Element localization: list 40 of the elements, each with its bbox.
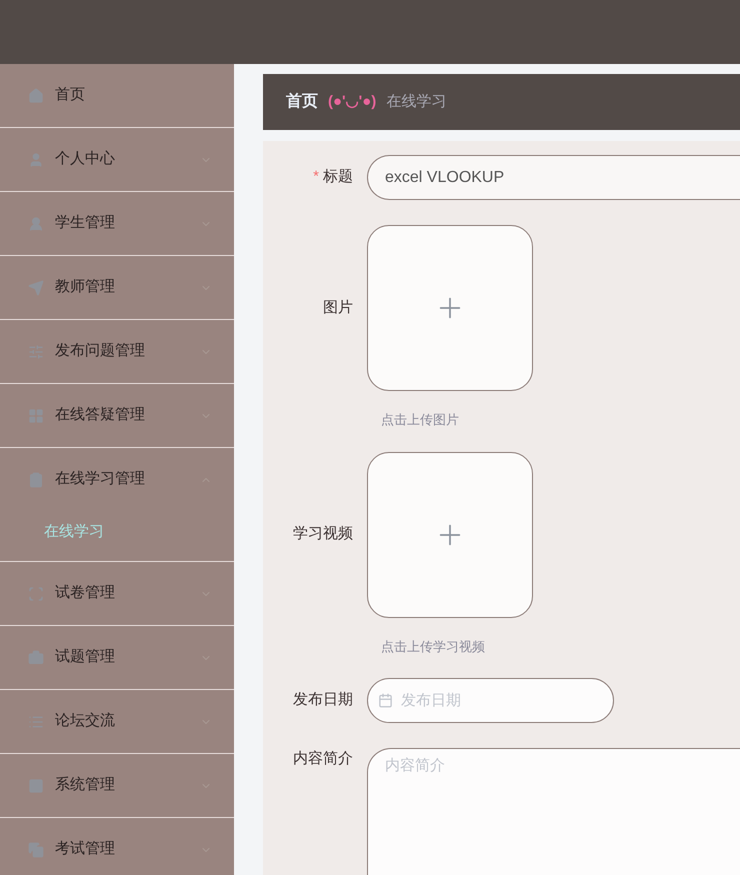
user-icon xyxy=(28,152,44,168)
sidebar-item[interactable]: 发布问题管理 xyxy=(0,320,234,383)
upload-hint: 点击上传学习视频 xyxy=(381,638,486,656)
sidebar-item[interactable]: 系统管理 xyxy=(0,754,234,817)
date-field[interactable]: 发布日期 xyxy=(367,678,614,723)
briefcase-icon xyxy=(28,650,44,666)
sidebar-item[interactable]: 考试管理 xyxy=(0,818,234,875)
breadcrumb-separator: (●'◡'●) xyxy=(328,92,376,112)
grid-icon xyxy=(28,408,44,424)
field-label: 标题 xyxy=(323,168,353,186)
clipboard-icon xyxy=(28,472,44,488)
description-field[interactable]: 内容简介 xyxy=(367,748,740,875)
sidebar-item[interactable]: 首页 xyxy=(0,64,234,127)
upload-hint: 点击上传图片 xyxy=(381,411,460,429)
field-label: 图片 xyxy=(323,298,353,316)
field-label: 学习视频 xyxy=(293,525,353,542)
sliders-icon xyxy=(28,344,44,360)
paper-plane-icon xyxy=(28,280,44,296)
sidebar-item[interactable]: 论坛交流 xyxy=(0,690,234,753)
sidebar-item[interactable]: 个人中心 xyxy=(0,128,234,191)
title-field[interactable]: excel VLOOKUP xyxy=(367,155,740,200)
sidebar-item[interactable]: 试题管理 xyxy=(0,626,234,689)
sidebar-item[interactable]: 在线答疑管理 xyxy=(0,384,234,447)
upload-box[interactable] xyxy=(367,225,533,391)
square-icon xyxy=(28,778,44,794)
home-icon xyxy=(28,88,44,104)
breadcrumb-current: 在线学习 xyxy=(386,92,446,112)
frame-icon xyxy=(28,586,44,602)
user-icon xyxy=(28,216,44,232)
field-label: 发布日期 xyxy=(293,691,353,708)
required-mark: * xyxy=(313,168,319,186)
copy-icon xyxy=(28,842,44,858)
sidebar-item[interactable]: 试卷管理 xyxy=(0,562,234,625)
field-label: 内容简介 xyxy=(293,750,353,767)
list-icon xyxy=(28,714,44,730)
sidebar-item[interactable]: 教师管理 xyxy=(0,256,234,319)
calendar-icon xyxy=(378,693,393,708)
upload-box[interactable] xyxy=(367,452,533,618)
sidebar-item[interactable]: 学生管理 xyxy=(0,192,234,255)
breadcrumb-home[interactable]: 首页 xyxy=(286,90,318,114)
